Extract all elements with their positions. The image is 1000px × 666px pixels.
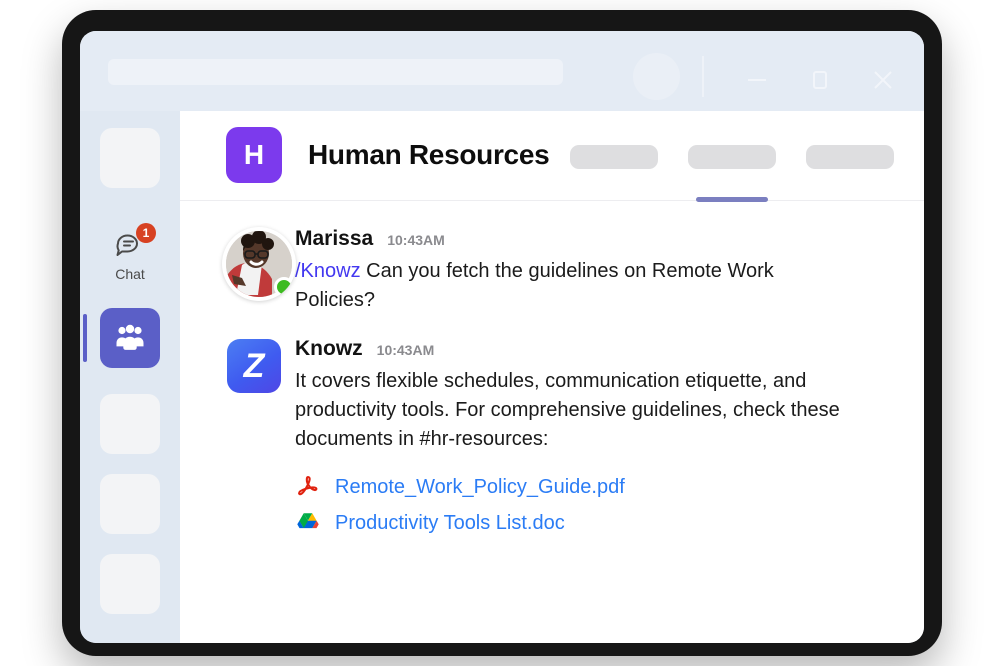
online-status-dot xyxy=(274,277,294,297)
active-rail-indicator xyxy=(83,314,87,362)
sidebar-item-teams[interactable] xyxy=(100,308,160,368)
attachment-item[interactable]: Remote_Work_Policy_Guide.pdf xyxy=(295,474,924,500)
pdf-icon xyxy=(295,474,321,500)
app-rail: 1 Chat xyxy=(80,111,180,643)
tab-2[interactable] xyxy=(806,145,894,169)
message-item: Z Knowz 10:43AM It covers flexible sched… xyxy=(180,337,924,536)
chat-unread-badge: 1 xyxy=(136,223,156,243)
sidebar-item-chat[interactable]: 1 Chat xyxy=(100,223,160,291)
people-group-icon xyxy=(100,321,160,355)
message-list: Marissa 10:43AM /Knowz Can you fetch the… xyxy=(180,201,924,643)
message-body: /Knowz Can you fetch the guidelines on R… xyxy=(295,257,855,315)
message-author: Marissa xyxy=(295,227,374,250)
app-window: 1 Chat H Human Resources Marissa 10:43AM… xyxy=(80,31,924,643)
message-header: Marissa 10:43AM xyxy=(295,227,924,251)
message-author: Knowz xyxy=(295,337,363,360)
message-header: Knowz 10:43AM xyxy=(295,337,924,361)
rail-placeholder[interactable] xyxy=(100,474,160,534)
attachment-name[interactable]: Remote_Work_Policy_Guide.pdf xyxy=(335,476,625,499)
channel-header: H Human Resources xyxy=(180,111,924,202)
user-photo-avatar[interactable] xyxy=(222,227,296,301)
message-text: It covers flexible schedules, communicat… xyxy=(295,370,840,450)
team-avatar: H xyxy=(226,127,282,183)
page-title: Human Resources xyxy=(308,139,550,170)
message-timestamp: 10:43AM xyxy=(387,232,445,248)
channel-tabs xyxy=(570,145,894,202)
maximize-button[interactable] xyxy=(803,63,837,97)
channel-content: H Human Resources Marissa 10:43AM /Knowz… xyxy=(180,111,924,643)
user-mention[interactable]: /Knowz xyxy=(295,260,361,282)
tab-1[interactable] xyxy=(688,145,776,202)
tab-label-placeholder xyxy=(688,145,776,169)
minimize-button[interactable] xyxy=(740,63,774,97)
google-drive-icon xyxy=(295,510,321,536)
tab-label-placeholder xyxy=(806,145,894,169)
tab-label-placeholder xyxy=(570,145,658,169)
device-frame: 1 Chat H Human Resources Marissa 10:43AM… xyxy=(62,10,942,656)
message-item: Marissa 10:43AM /Knowz Can you fetch the… xyxy=(180,227,924,315)
window-titlebar xyxy=(80,31,924,111)
rail-placeholder[interactable] xyxy=(100,394,160,454)
attachment-list: Remote_Work_Policy_Guide.pdf Productivit… xyxy=(295,474,924,536)
account-avatar[interactable] xyxy=(633,53,680,100)
chat-bubble-icon: 1 xyxy=(113,223,156,263)
search-input[interactable] xyxy=(108,59,563,85)
attachment-item[interactable]: Productivity Tools List.doc xyxy=(295,510,924,536)
sidebar-item-label-chat: Chat xyxy=(115,266,145,282)
message-timestamp: 10:43AM xyxy=(376,342,435,358)
knowz-logo-letter: Z xyxy=(243,347,265,385)
knowz-app-avatar[interactable]: Z xyxy=(227,339,281,393)
tab-0[interactable] xyxy=(570,145,658,169)
attachment-name[interactable]: Productivity Tools List.doc xyxy=(335,512,565,535)
titlebar-divider xyxy=(702,56,704,97)
close-button[interactable] xyxy=(866,63,900,97)
rail-placeholder[interactable] xyxy=(100,554,160,614)
rail-placeholder[interactable] xyxy=(100,128,160,188)
message-text: Can you fetch the guidelines on Remote W… xyxy=(295,260,774,311)
